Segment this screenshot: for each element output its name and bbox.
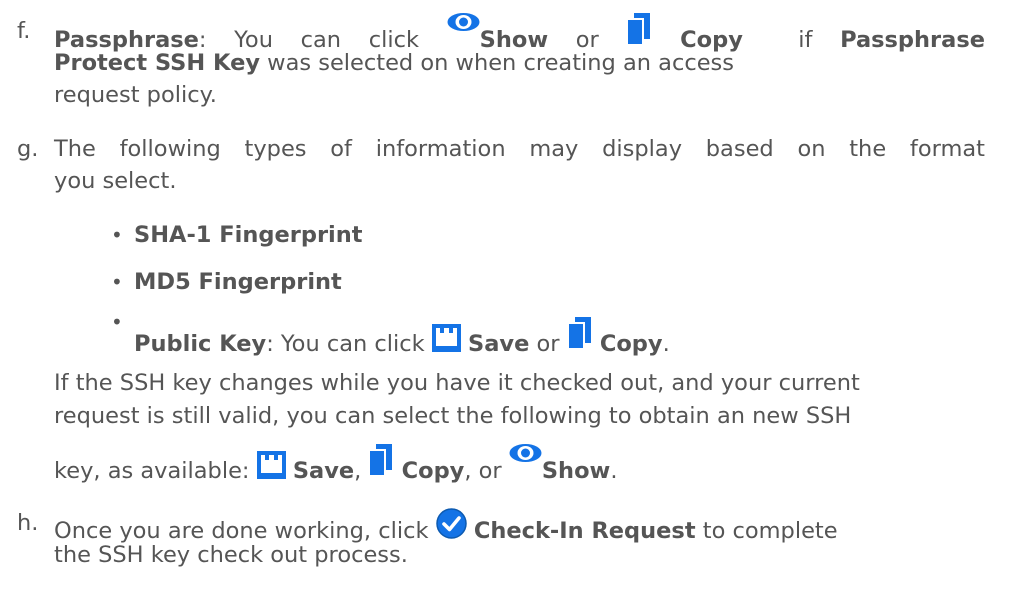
step-g-marker: g. bbox=[17, 136, 39, 162]
save-icon bbox=[431, 324, 461, 352]
step-f-marker: f. bbox=[17, 18, 31, 44]
show-label: Show bbox=[541, 458, 611, 484]
list-item-md5: MD5 Fingerprint bbox=[134, 269, 342, 295]
step-h-line-2: the SSH key check out process. bbox=[54, 542, 408, 568]
ssh-change-para-line-1: If the SSH key changes while you have it… bbox=[54, 370, 860, 396]
save-label: Save bbox=[468, 331, 530, 357]
eye-icon bbox=[509, 442, 542, 464]
copy-label: Copy bbox=[599, 331, 663, 357]
check-circle-icon bbox=[435, 508, 467, 539]
copy-icon bbox=[626, 13, 652, 45]
copy-label: Copy bbox=[401, 458, 465, 484]
save-icon bbox=[256, 451, 286, 479]
copy-icon bbox=[368, 444, 394, 476]
bullet-dot: • bbox=[111, 270, 123, 294]
save-label: Save bbox=[292, 458, 355, 484]
list-item-public-key: Public Key: You can click Save or Copy. bbox=[134, 317, 670, 360]
step-g-line-1: The following types of information may d… bbox=[54, 136, 985, 162]
copy-icon bbox=[566, 317, 593, 349]
passphrase-protect-term: Passphrase bbox=[840, 27, 985, 53]
step-f-line-2: Protect SSH Key was selected on when cre… bbox=[54, 50, 734, 76]
bullet-dot: • bbox=[111, 223, 123, 247]
step-f-line-3: request policy. bbox=[54, 82, 217, 108]
ssh-change-para-line-2: request is still valid, you can select t… bbox=[54, 403, 852, 429]
eye-icon bbox=[447, 11, 480, 33]
bullet-dot: • bbox=[111, 310, 123, 334]
step-h-marker: h. bbox=[17, 510, 39, 536]
step-g-line-2: you select. bbox=[54, 168, 177, 194]
check-in-request-label: Check-In Request bbox=[473, 518, 696, 544]
list-item-sha1: SHA-1 Fingerprint bbox=[134, 222, 363, 248]
ssh-change-para-line-3: key, as available: Save, Copy, or Show. bbox=[54, 444, 617, 487]
